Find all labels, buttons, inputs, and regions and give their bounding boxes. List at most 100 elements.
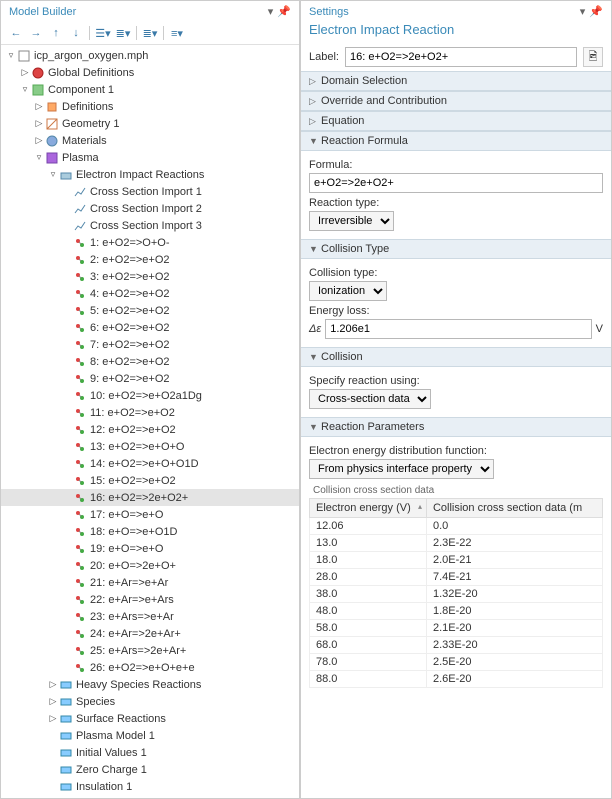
show-icon[interactable]: ☰▾ <box>94 24 112 42</box>
twist-icon[interactable]: ▷ <box>33 135 45 146</box>
table-row[interactable]: 48.01.8E-20 <box>310 603 603 620</box>
tree-node[interactable]: 16: e+O2=>2e+O2+ <box>1 489 299 506</box>
eedf-select[interactable]: From physics interface property <box>309 459 494 479</box>
section-reaction-parameters[interactable]: Reaction Parameters <box>301 417 611 437</box>
menu-dropdown-icon[interactable]: ▾ <box>268 5 274 18</box>
tree-node[interactable]: ▿Plasma <box>1 149 299 166</box>
cell-cross[interactable]: 2.3E-22 <box>426 535 602 552</box>
tree-node[interactable]: 5: e+O2=>e+O2 <box>1 302 299 319</box>
cell-energy[interactable]: 28.0 <box>310 569 427 586</box>
tree-node[interactable]: 24: e+Ar=>2e+Ar+ <box>1 625 299 642</box>
tree-node[interactable]: 2: e+O2=>e+O2 <box>1 251 299 268</box>
table-row[interactable]: 13.02.3E-22 <box>310 535 603 552</box>
cell-energy[interactable]: 58.0 <box>310 620 427 637</box>
cell-cross[interactable]: 2.0E-21 <box>426 552 602 569</box>
table-row[interactable]: 88.02.6E-20 <box>310 671 603 688</box>
twist-icon[interactable]: ▿ <box>19 84 31 95</box>
back-icon[interactable]: ← <box>7 24 25 42</box>
table-row[interactable]: 18.02.0E-21 <box>310 552 603 569</box>
cell-energy[interactable]: 12.06 <box>310 518 427 535</box>
tree-node[interactable]: ▷Materials <box>1 132 299 149</box>
tree-node[interactable]: Zero Charge 1 <box>1 761 299 778</box>
tree-node[interactable]: 14: e+O2=>e+O+O1D <box>1 455 299 472</box>
expand-icon[interactable]: ≣▾ <box>141 24 159 42</box>
collapse-icon[interactable]: ≣▾ <box>114 24 132 42</box>
twist-icon[interactable]: ▿ <box>5 50 17 61</box>
twist-icon[interactable]: ▿ <box>33 152 45 163</box>
cell-cross[interactable]: 2.5E-20 <box>426 654 602 671</box>
tree-node[interactable]: 9: e+O2=>e+O2 <box>1 370 299 387</box>
cell-cross[interactable]: 2.6E-20 <box>426 671 602 688</box>
forward-icon[interactable]: → <box>27 24 45 42</box>
formula-input[interactable] <box>309 173 603 193</box>
twist-icon[interactable]: ▷ <box>47 679 59 690</box>
tree-node[interactable]: 15: e+O2=>e+O2 <box>1 472 299 489</box>
twist-icon[interactable]: ▷ <box>33 118 45 129</box>
menu-dropdown-icon[interactable]: ▾ <box>580 5 586 18</box>
cell-cross[interactable]: 7.4E-21 <box>426 569 602 586</box>
tree-node[interactable]: Insulation 1 <box>1 778 299 795</box>
cell-energy[interactable]: 78.0 <box>310 654 427 671</box>
tree-node[interactable]: Initial Values 1 <box>1 744 299 761</box>
tree-node[interactable]: ▷Definitions <box>1 98 299 115</box>
tree-node[interactable]: ▿Electron Impact Reactions <box>1 166 299 183</box>
tree-node[interactable]: ▷Heavy Species Reactions <box>1 676 299 693</box>
tree-node[interactable]: 21: e+Ar=>e+Ar <box>1 574 299 591</box>
table-header-cross[interactable]: Collision cross section data (m <box>426 499 602 518</box>
reaction-type-select[interactable]: Irreversible <box>309 211 394 231</box>
tree-node[interactable]: Cross Section Import 2 <box>1 200 299 217</box>
table-row[interactable]: 12.060.0 <box>310 518 603 535</box>
tree-node[interactable]: 22: e+Ar=>e+Ars <box>1 591 299 608</box>
tree-node[interactable]: 4: e+O2=>e+O2 <box>1 285 299 302</box>
tree-node[interactable]: 18: e+O=>e+O1D <box>1 523 299 540</box>
tree-node[interactable]: 6: e+O2=>e+O2 <box>1 319 299 336</box>
energy-loss-input[interactable] <box>325 319 591 339</box>
tree-node[interactable]: 11: e+O2=>e+O2 <box>1 404 299 421</box>
model-tree[interactable]: ▿icp_argon_oxygen.mph▷Global Definitions… <box>1 45 299 798</box>
cell-energy[interactable]: 48.0 <box>310 603 427 620</box>
cross-section-table[interactable]: Electron energy (V)▴ Collision cross sec… <box>309 498 603 688</box>
twist-icon[interactable]: ▷ <box>47 696 59 707</box>
cell-energy[interactable]: 18.0 <box>310 552 427 569</box>
section-domain-selection[interactable]: Domain Selection <box>301 71 611 91</box>
tree-node[interactable]: 12: e+O2=>e+O2 <box>1 421 299 438</box>
pin-icon[interactable]: 📌 <box>589 5 603 18</box>
tree-node[interactable]: 1: e+O2=>O+O- <box>1 234 299 251</box>
tree-node[interactable]: 20: e+O=>2e+O+ <box>1 557 299 574</box>
tree-node[interactable]: Axial Symmetry 1 <box>1 795 299 798</box>
twist-icon[interactable]: ▷ <box>47 713 59 724</box>
tree-node[interactable]: 7: e+O2=>e+O2 <box>1 336 299 353</box>
tree-node[interactable]: ▿icp_argon_oxygen.mph <box>1 47 299 64</box>
cell-energy[interactable]: 68.0 <box>310 637 427 654</box>
cell-cross[interactable]: 1.32E-20 <box>426 586 602 603</box>
pin-icon[interactable]: 📌 <box>277 5 291 18</box>
tree-node[interactable]: ▷Global Definitions <box>1 64 299 81</box>
sort-icon[interactable]: ▴ <box>418 502 422 511</box>
tree-node[interactable]: ▷Species <box>1 693 299 710</box>
section-override[interactable]: Override and Contribution <box>301 91 611 111</box>
cell-energy[interactable]: 38.0 <box>310 586 427 603</box>
table-header-energy[interactable]: Electron energy (V)▴ <box>310 499 427 518</box>
tree-node[interactable]: Plasma Model 1 <box>1 727 299 744</box>
cell-cross[interactable]: 2.1E-20 <box>426 620 602 637</box>
cell-energy[interactable]: 13.0 <box>310 535 427 552</box>
table-row[interactable]: 78.02.5E-20 <box>310 654 603 671</box>
table-row[interactable]: 28.07.4E-21 <box>310 569 603 586</box>
cell-energy[interactable]: 88.0 <box>310 671 427 688</box>
up-icon[interactable]: ↑ <box>47 24 65 42</box>
collision-type-select[interactable]: Ionization <box>309 281 387 301</box>
tree-node[interactable]: 23: e+Ars=>e+Ar <box>1 608 299 625</box>
twist-icon[interactable]: ▷ <box>19 67 31 78</box>
section-collision[interactable]: Collision <box>301 347 611 367</box>
cell-cross[interactable]: 0.0 <box>426 518 602 535</box>
cell-cross[interactable]: 1.8E-20 <box>426 603 602 620</box>
tree-node[interactable]: 10: e+O2=>e+O2a1Dg <box>1 387 299 404</box>
cell-cross[interactable]: 2.33E-20 <box>426 637 602 654</box>
tree-node[interactable]: 25: e+Ars=>2e+Ar+ <box>1 642 299 659</box>
table-row[interactable]: 58.02.1E-20 <box>310 620 603 637</box>
tree-node[interactable]: 26: e+O2=>e+O+e+e <box>1 659 299 676</box>
tree-node[interactable]: 13: e+O2=>e+O+O <box>1 438 299 455</box>
tree-node[interactable]: Cross Section Import 1 <box>1 183 299 200</box>
tree-node[interactable]: ▷Surface Reactions <box>1 710 299 727</box>
section-equation[interactable]: Equation <box>301 111 611 131</box>
